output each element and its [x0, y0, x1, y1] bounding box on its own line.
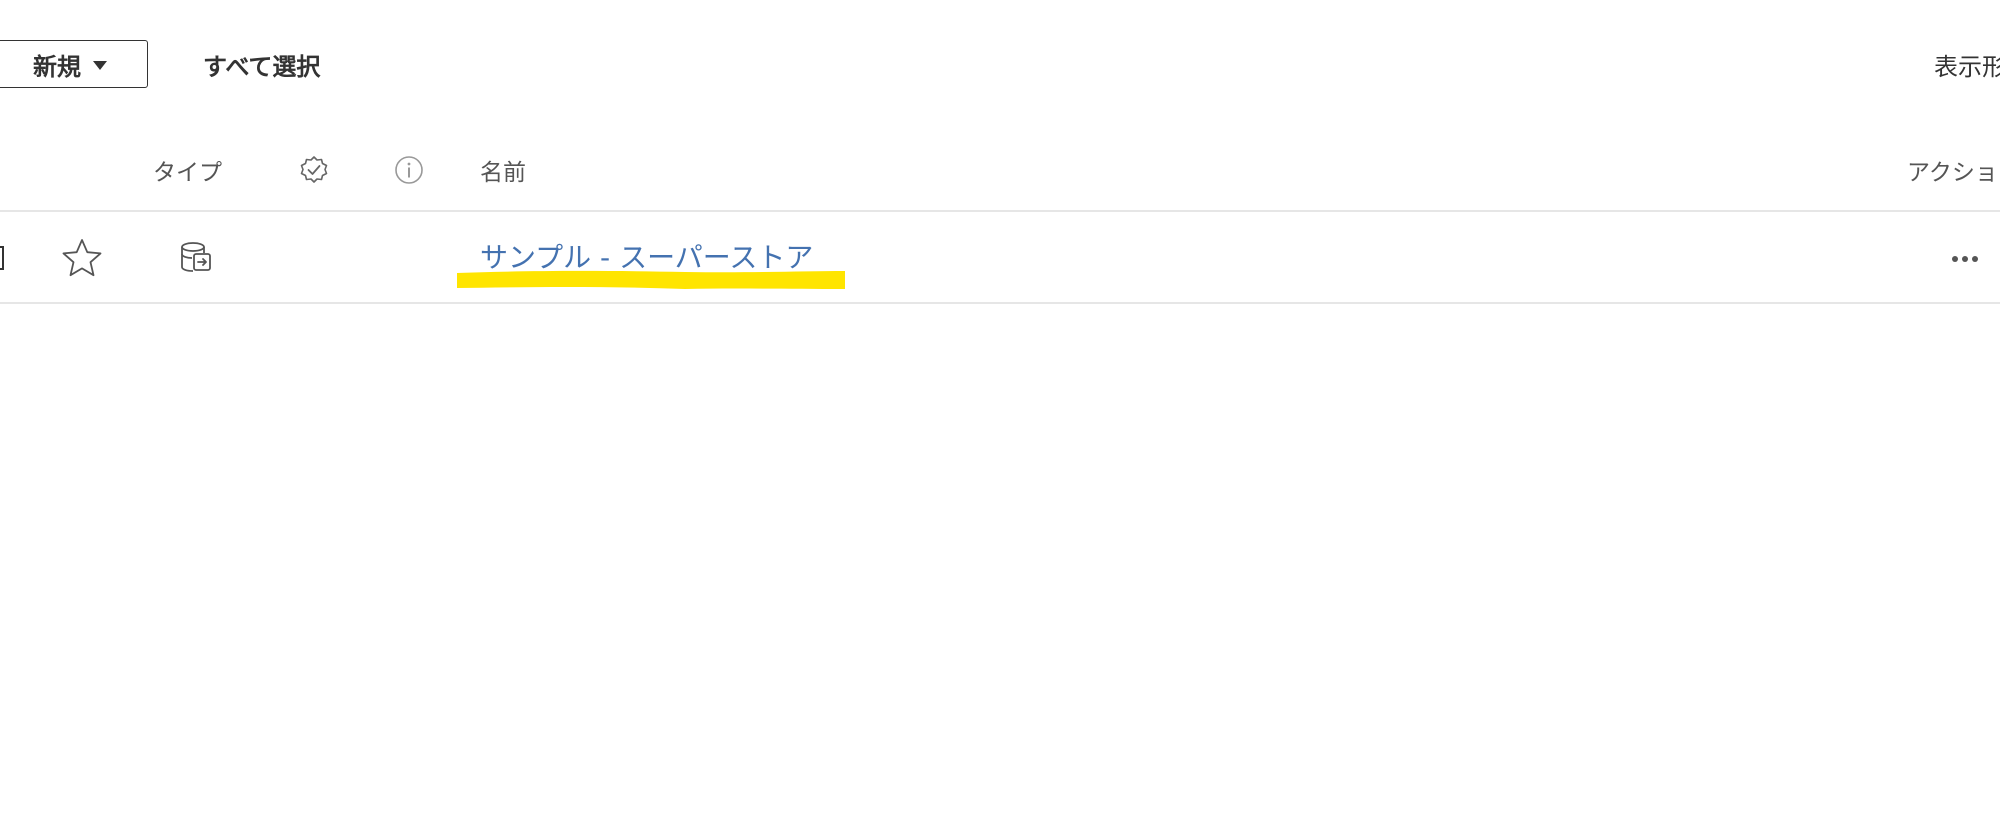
select-all-button[interactable]: すべて選択: [203, 47, 320, 82]
new-button-label: 新規: [33, 52, 81, 81]
more-actions-icon[interactable]: [1952, 256, 1978, 262]
table-header: タイプ 名前 アクショ: [0, 130, 2000, 210]
column-header-type[interactable]: タイプ: [153, 153, 222, 187]
column-header-name[interactable]: 名前: [480, 153, 526, 187]
certified-icon[interactable]: [299, 155, 329, 185]
item-name-link[interactable]: サンプル - スーパーストア: [480, 236, 813, 276]
column-header-action: アクショ: [1907, 160, 1998, 186]
new-button[interactable]: 新規: [0, 40, 148, 88]
row-checkbox[interactable]: [0, 246, 4, 270]
caret-down-icon: [93, 61, 107, 70]
data-source-icon: [181, 242, 211, 272]
table-row[interactable]: サンプル - スーパーストア: [0, 212, 2000, 302]
view-format-menu[interactable]: 表示形: [1934, 47, 2000, 82]
row-divider: [0, 302, 2000, 304]
content-browser: 新規 すべて選択 表示形 タイプ 名前 アクショ サンプル - スーパーストア: [0, 0, 2000, 836]
star-icon[interactable]: [60, 236, 104, 280]
info-icon[interactable]: [394, 155, 424, 185]
